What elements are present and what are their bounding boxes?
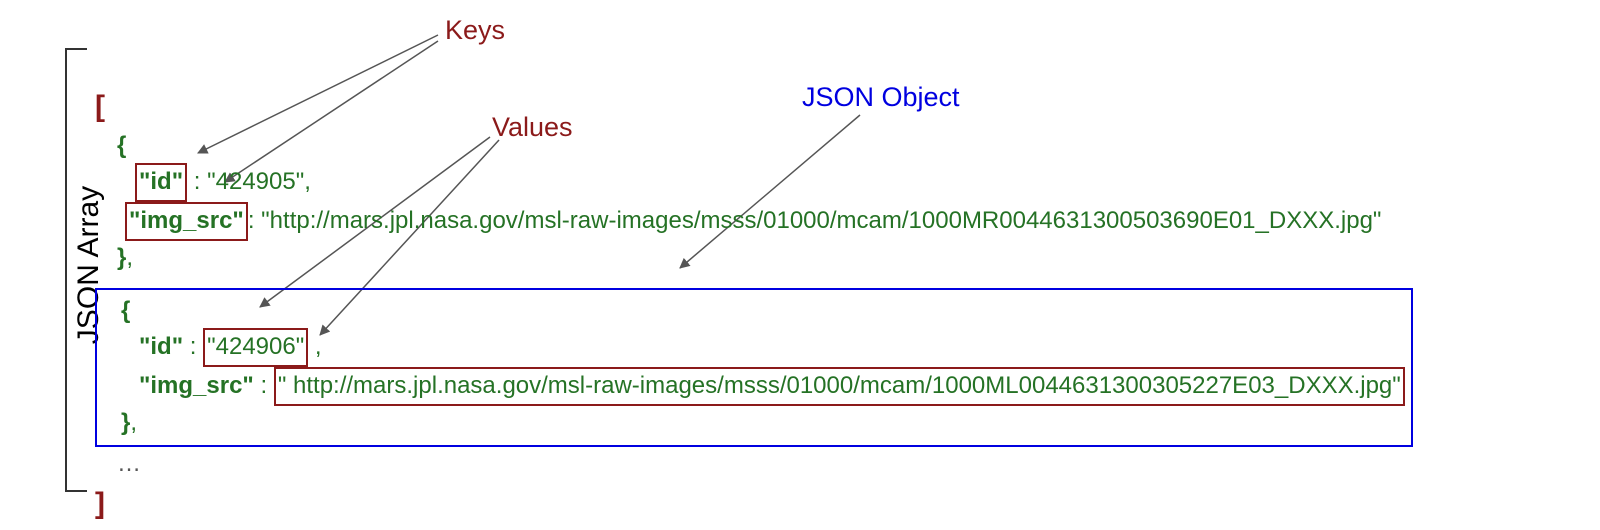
obj2-val-imgsrc-box: " http://mars.jpl.nasa.gov/msl-raw-image… — [274, 367, 1405, 406]
obj1-key-imgsrc: "img_src" — [129, 207, 244, 234]
obj1-brace-open: { — [117, 132, 126, 159]
obj1-key-id-box: "id" — [135, 163, 187, 202]
obj2-brace-open: { — [121, 297, 130, 324]
obj2-val-imgsrc: " http://mars.jpl.nasa.gov/msl-raw-image… — [278, 372, 1401, 399]
array-close: ] — [95, 487, 105, 520]
obj1-brace-close: } — [117, 244, 126, 271]
obj1-key-imgsrc-box: "img_src" — [125, 202, 248, 241]
obj2-key-imgsrc: "img_src" — [139, 372, 254, 399]
code-block: [ { "id" : "424905", "img_src": "http://… — [95, 85, 1413, 525]
obj1-val-imgsrc: "http://mars.jpl.nasa.gov/msl-raw-images… — [261, 207, 1381, 234]
array-bracket-icon — [65, 48, 87, 492]
ellipsis: … — [117, 450, 141, 477]
obj2-brace-close: } — [121, 409, 130, 436]
array-open: [ — [95, 90, 105, 123]
obj1-key-id: "id" — [139, 168, 183, 195]
obj2-box: { "id" : "424906" , "img_src" : " http:/… — [95, 288, 1413, 447]
annotation-keys: Keys — [445, 15, 505, 46]
obj2-val-id: "424906" — [207, 333, 304, 360]
obj1-val-id: "424905" — [207, 168, 304, 195]
obj2-val-id-box: "424906" — [203, 328, 308, 367]
obj2-key-id: "id" — [139, 333, 183, 360]
